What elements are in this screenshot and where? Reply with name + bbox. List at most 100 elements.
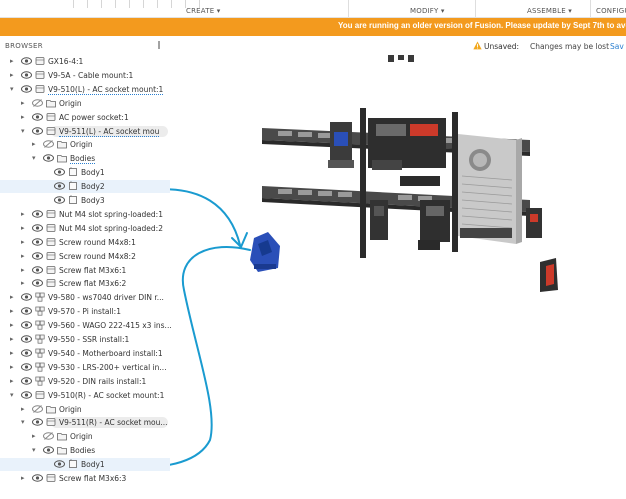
eye-icon[interactable]	[32, 237, 43, 246]
tree-item[interactable]: ▸ Origin	[0, 430, 170, 443]
tree-item[interactable]: ▸ GX16-4:1	[0, 55, 170, 68]
expand-arrow-right-icon[interactable]: ▸	[10, 321, 18, 329]
tree-item[interactable]: ▾ V9-511(L) - AC socket mou	[0, 125, 170, 138]
expand-arrow-right-icon[interactable]: ▸	[10, 307, 18, 315]
toolbar-modify-menu[interactable]: MODIFY ▾	[410, 7, 445, 15]
eye-icon[interactable]	[21, 390, 32, 399]
expand-arrow-right-icon[interactable]: ▸	[21, 405, 29, 413]
tree-item[interactable]: ▾ Bodies	[0, 444, 170, 457]
expand-arrow-right-icon[interactable]: ▸	[21, 113, 29, 121]
eye-icon[interactable]	[32, 418, 43, 427]
tree-item[interactable]: ▾ V9-511(R) - AC socket mou...	[0, 416, 170, 429]
model-canvas[interactable]	[170, 55, 626, 499]
expand-arrow-right-icon[interactable]: ▸	[21, 210, 29, 218]
eye-icon[interactable]	[32, 112, 43, 121]
expand-arrow-right-icon[interactable]: ▸	[21, 99, 29, 107]
tree-item[interactable]: ▸ Screw flat M3x6:3	[0, 472, 170, 485]
eye-icon[interactable]	[43, 154, 54, 162]
eye-icon[interactable]	[32, 224, 43, 232]
toolbar-assemble-menu[interactable]: ASSEMBLE ▾	[527, 7, 572, 15]
eye-icon[interactable]	[54, 168, 65, 176]
tree-item[interactable]: ▾ Bodies	[0, 152, 170, 165]
tree-item[interactable]: ▸ Origin	[0, 138, 170, 151]
toolbar-tool-button[interactable]	[118, 0, 130, 8]
save-link[interactable]: Sav	[610, 42, 624, 51]
eye-icon[interactable]	[32, 474, 43, 482]
tree-item[interactable]: Body1	[0, 458, 170, 472]
eye-icon[interactable]	[21, 363, 32, 371]
tree-item[interactable]: ▸ Nut M4 slot spring-loaded:1	[0, 208, 170, 221]
tree-item[interactable]: ▾ V9-510(R) - AC socket mount:1	[0, 389, 170, 402]
eye-hidden-icon[interactable]	[32, 404, 43, 413]
eye-hidden-icon[interactable]	[43, 140, 54, 149]
eye-icon[interactable]	[32, 265, 43, 274]
eye-hidden-icon[interactable]	[43, 432, 54, 441]
tree-item[interactable]: ▾ V9-510(L) - AC socket mount:1	[0, 83, 170, 96]
toolbar-tool-button[interactable]	[160, 0, 172, 8]
expand-arrow-right-icon[interactable]: ▸	[32, 432, 40, 440]
tree-item[interactable]: ▸ V9-530 - LRS-200+ vertical in...	[0, 361, 170, 374]
expand-arrow-down-icon[interactable]: ▾	[10, 391, 18, 399]
tree-item[interactable]: ▸ V9-520 - DIN rails install:1	[0, 375, 170, 388]
eye-icon[interactable]	[21, 293, 32, 301]
expand-arrow-right-icon[interactable]: ▸	[21, 279, 29, 287]
toolbar-tool-button[interactable]	[174, 0, 186, 8]
tree-item[interactable]: ▸ Screw flat M3x6:2	[0, 277, 170, 290]
toolbar-tool-button[interactable]	[76, 0, 88, 8]
expand-arrow-right-icon[interactable]: ▸	[10, 335, 18, 343]
expand-arrow-right-icon[interactable]: ▸	[10, 57, 18, 65]
tree-item[interactable]: ▸ V9-560 - WAGO 222-415 x3 ins...	[0, 319, 172, 332]
expand-arrow-right-icon[interactable]: ▸	[21, 266, 29, 274]
toolbar-tool-button[interactable]	[90, 0, 102, 8]
eye-icon[interactable]	[21, 307, 32, 315]
expand-arrow-right-icon[interactable]: ▸	[10, 377, 18, 385]
tree-item[interactable]: Body1	[0, 166, 170, 179]
expand-arrow-right-icon[interactable]: ▸	[21, 252, 29, 260]
expand-arrow-down-icon[interactable]: ▾	[21, 418, 29, 426]
eye-icon[interactable]	[54, 196, 65, 204]
toolbar-create-menu[interactable]: CREATE ▾	[186, 7, 220, 15]
tree-item[interactable]: ▸ Origin	[0, 97, 170, 110]
eye-icon[interactable]	[21, 71, 32, 79]
update-banner-text[interactable]: You are running an older version of Fusi…	[338, 21, 626, 30]
browser-collapse-icon[interactable]: ‖	[157, 40, 166, 50]
eye-icon[interactable]	[32, 251, 43, 260]
tree-item[interactable]: ▸ V9-540 - Motherboard install:1	[0, 347, 170, 360]
toolbar-tool-button[interactable]	[132, 0, 144, 8]
tree-item[interactable]: Body3	[0, 194, 170, 207]
eye-icon[interactable]	[21, 321, 32, 329]
expand-arrow-down-icon[interactable]: ▾	[10, 85, 18, 93]
toolbar-tool-button[interactable]	[62, 0, 74, 8]
eye-icon[interactable]	[21, 335, 32, 343]
eye-hidden-icon[interactable]	[32, 98, 43, 107]
tree-item[interactable]: ▸ V9-580 - ws7040 driver DIN r...	[0, 291, 170, 304]
expand-arrow-down-icon[interactable]: ▾	[32, 446, 40, 454]
eye-icon[interactable]	[32, 279, 43, 288]
eye-icon[interactable]	[43, 446, 54, 454]
expand-arrow-right-icon[interactable]: ▸	[21, 474, 29, 482]
tree-item[interactable]: ▸ Screw flat M3x6:1	[0, 264, 170, 277]
expand-arrow-right-icon[interactable]: ▸	[21, 224, 29, 232]
tree-item[interactable]: ▸ AC power socket:1	[0, 111, 170, 124]
tree-item[interactable]: ▸ Nut M4 slot spring-loaded:2	[0, 222, 170, 235]
eye-icon[interactable]	[32, 126, 43, 135]
tree-item[interactable]: ▸ V9-550 - SSR install:1	[0, 333, 170, 346]
eye-icon[interactable]	[32, 210, 43, 218]
tree-item[interactable]: ▸ Origin	[0, 403, 170, 416]
toolbar-configure-menu[interactable]: CONFIGU	[596, 7, 626, 15]
expand-arrow-right-icon[interactable]: ▸	[10, 363, 18, 371]
tree-item[interactable]: ▸ Screw round M4x8:2	[0, 250, 170, 263]
ac-socket-mount-body2[interactable]	[250, 232, 280, 272]
toolbar-tool-button[interactable]	[146, 0, 158, 8]
tree-item[interactable]: ▸ V9-570 - Pi install:1	[0, 305, 170, 318]
expand-arrow-right-icon[interactable]: ▸	[10, 71, 18, 79]
tree-item[interactable]: ▸ V9-5A - Cable mount:1	[0, 69, 170, 82]
eye-icon[interactable]	[21, 85, 32, 93]
toolbar-tool-button[interactable]	[104, 0, 116, 8]
eye-icon[interactable]	[21, 376, 32, 385]
expand-arrow-right-icon[interactable]: ▸	[21, 238, 29, 246]
eye-icon[interactable]	[54, 182, 65, 190]
tree-item[interactable]: ▸ Screw round M4x8:1	[0, 236, 170, 249]
expand-arrow-right-icon[interactable]: ▸	[32, 140, 40, 148]
eye-icon[interactable]	[54, 460, 65, 468]
